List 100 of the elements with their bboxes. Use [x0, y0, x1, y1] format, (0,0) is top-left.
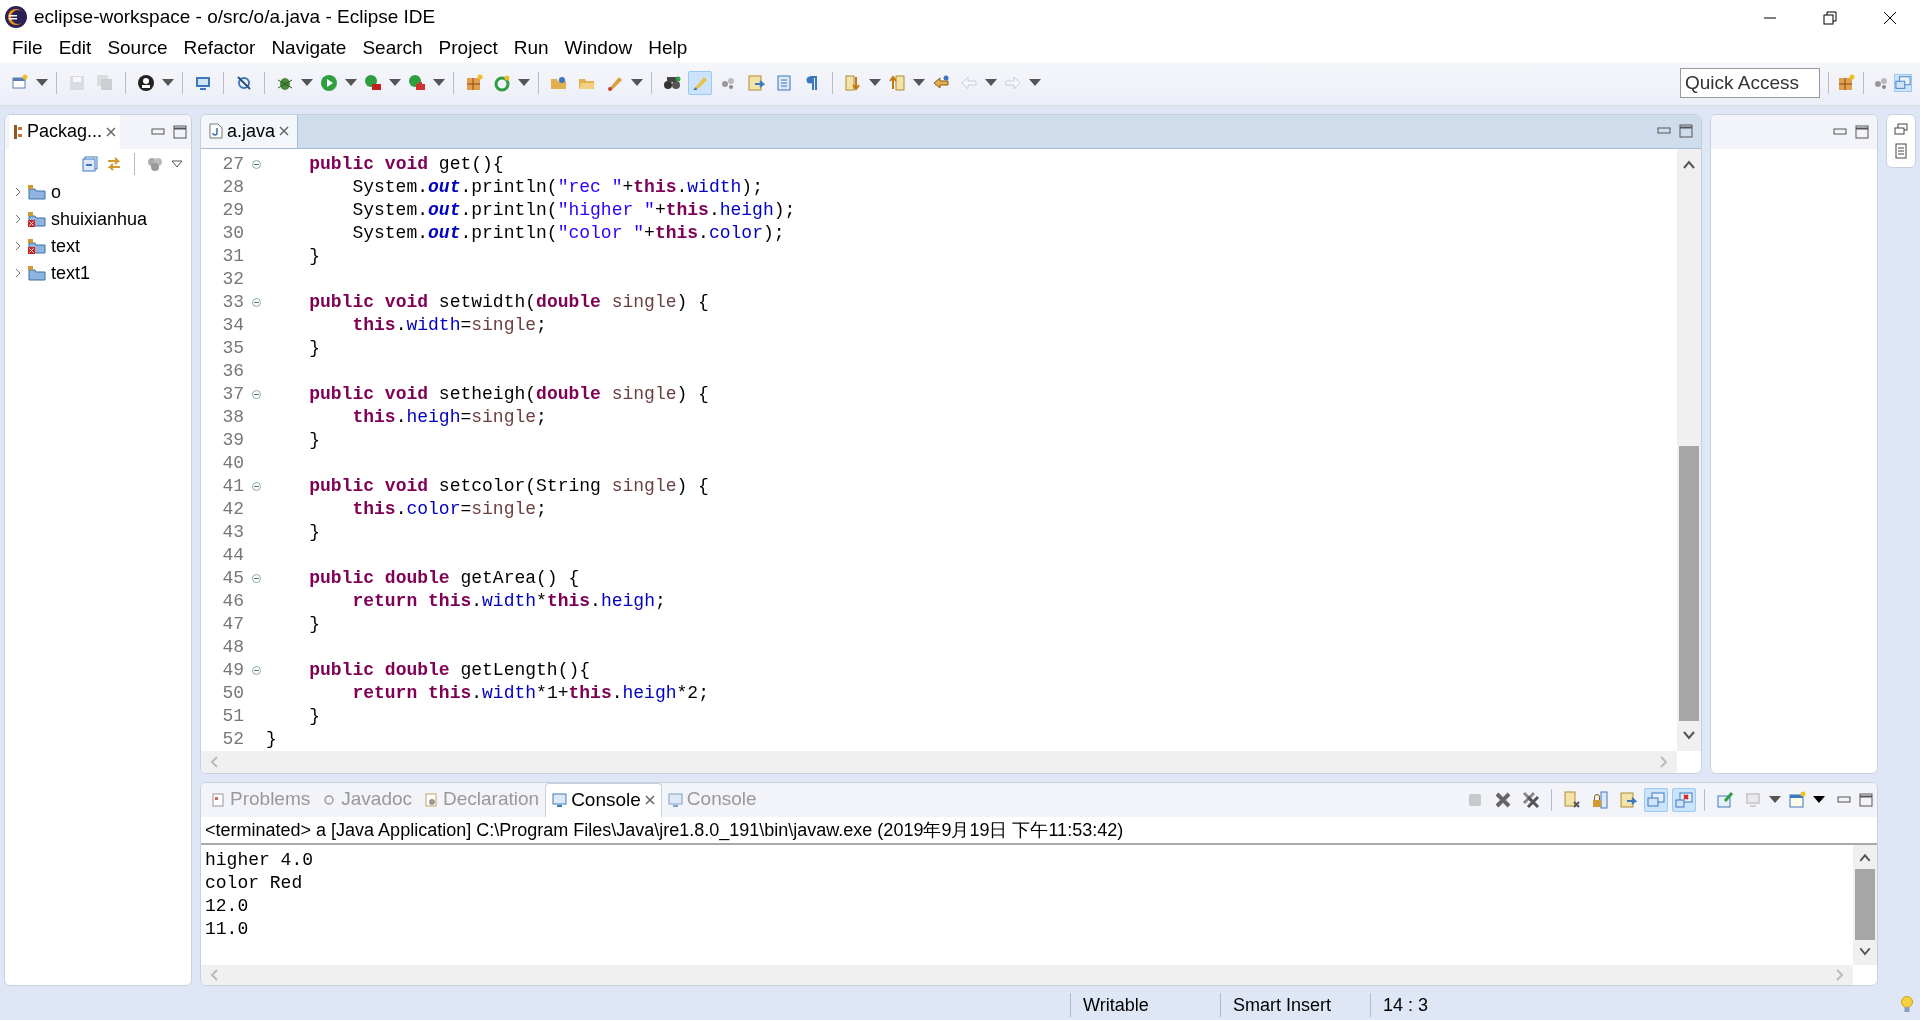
view-tab[interactable]: Console [545, 782, 662, 817]
dropdown-arrow-icon[interactable] [162, 79, 174, 88]
close-icon [1883, 10, 1897, 25]
java-perspective-icon[interactable] [1894, 74, 1912, 93]
collapse-icon[interactable] [251, 665, 261, 675]
line-number: 28 [221, 175, 245, 199]
show-error-button[interactable] [1672, 787, 1696, 812]
minimize-icon[interactable] [151, 127, 165, 136]
code-line: public void setheigh(double single) { [308, 382, 709, 406]
menu-item[interactable]: Project [430, 34, 506, 62]
view-menu-icon[interactable] [171, 159, 183, 168]
dropdown-arrow-icon[interactable] [345, 79, 357, 88]
maximize-icon[interactable] [173, 124, 187, 139]
editor-tab[interactable]: a.java [201, 114, 299, 149]
project-name[interactable]: o [51, 178, 61, 206]
dropdown-arrow-icon[interactable] [1029, 79, 1041, 88]
dropdown-arrow-icon[interactable] [301, 79, 313, 88]
line-number: 30 [221, 221, 245, 245]
line-number: 34 [221, 313, 245, 337]
dropdown-arrow-icon[interactable] [1769, 795, 1781, 804]
dropdown-arrow-icon[interactable] [913, 79, 925, 88]
pin-icon [1716, 790, 1734, 809]
restore-icon [1823, 10, 1837, 25]
code-line: public double getArea() { [308, 566, 580, 590]
menu-item[interactable]: Window [556, 34, 641, 62]
collapse-icon[interactable] [251, 481, 261, 491]
package-icon [13, 123, 23, 140]
dropdown-arrow-icon[interactable] [985, 79, 997, 88]
code-line: this.heigh=single; [351, 405, 547, 429]
collapse-icon[interactable] [251, 389, 261, 399]
project-name[interactable]: shuixianhua [51, 205, 148, 233]
scrollbar[interactable] [1853, 844, 1877, 965]
maximize-icon[interactable] [1679, 124, 1693, 139]
remove-all-icon [1522, 790, 1540, 809]
outline-icon[interactable] [1894, 142, 1908, 159]
project-name[interactable]: text1 [51, 259, 91, 287]
tab-label: a.java [227, 119, 276, 143]
status-text: Writable [1070, 993, 1220, 1018]
open-perspective-icon[interactable] [1837, 74, 1855, 93]
minimize-icon[interactable] [1657, 127, 1671, 136]
dropdown-arrow-icon[interactable] [631, 79, 643, 88]
minimize-icon[interactable] [1837, 795, 1851, 804]
status-text: Smart Insert [1220, 993, 1370, 1018]
collapse-icon[interactable] [251, 573, 261, 583]
close-icon[interactable] [644, 795, 655, 806]
menu-item[interactable]: Run [505, 34, 557, 62]
code-line: System.out.println("color "+this.color); [351, 221, 785, 245]
filter-icon[interactable] [147, 155, 163, 172]
line-number: 36 [221, 359, 245, 383]
collapse-icon[interactable] [251, 159, 261, 169]
code-line: } [308, 244, 320, 268]
line-number: 45 [221, 566, 245, 590]
show-output-icon [1647, 790, 1665, 809]
menu-item[interactable]: Source [99, 34, 176, 62]
menu-item[interactable]: Refactor [175, 34, 264, 62]
line-number: 33 [221, 290, 245, 314]
minimize-icon[interactable] [1833, 127, 1847, 136]
maximize-icon[interactable] [1855, 124, 1869, 139]
maximize-icon[interactable] [1859, 792, 1873, 807]
menu-item[interactable]: File [4, 34, 51, 62]
line-number: 44 [221, 543, 245, 567]
code-line: public void setcolor(String single) { [308, 474, 709, 498]
close-icon[interactable] [279, 126, 290, 137]
line-number: 40 [221, 451, 245, 475]
restore-icon[interactable] [1894, 122, 1908, 135]
menu-item[interactable]: Navigate [263, 34, 355, 62]
menu-item[interactable]: Search [354, 34, 431, 62]
play-case-icon [364, 74, 382, 93]
console-icon [552, 792, 568, 809]
refresh-icon [493, 74, 511, 93]
monitor-icon [194, 74, 212, 93]
person-icon [137, 74, 155, 93]
project-name[interactable]: text [51, 232, 80, 260]
link-icon[interactable] [106, 155, 122, 172]
console-output-line: higher 4.0 [205, 848, 315, 872]
dropdown-arrow-icon[interactable] [869, 79, 881, 88]
dropdown-arrow-icon[interactable] [389, 79, 401, 88]
dropdown-arrow-icon[interactable] [1813, 795, 1825, 804]
menu-item[interactable]: Help [640, 34, 696, 62]
save-icon [68, 74, 86, 93]
scrollbar[interactable] [1677, 148, 1701, 751]
scroll-lock-icon [1591, 790, 1609, 809]
quick-access-field[interactable]: Quick Access [1680, 68, 1820, 99]
view-tab[interactable]: Packag... [9, 114, 121, 149]
dropdown-arrow-icon[interactable] [36, 79, 48, 88]
code-line: } [308, 612, 320, 636]
code-line: this.color=single; [351, 497, 547, 521]
line-number: 50 [221, 681, 245, 705]
down-arrow-icon [844, 74, 862, 93]
dropdown-arrow-icon[interactable] [433, 79, 445, 88]
collapse-icon[interactable] [251, 297, 261, 307]
dropdown-arrow-icon[interactable] [518, 79, 530, 88]
highlighter-icon [691, 74, 709, 93]
menu-item[interactable]: Edit [50, 34, 100, 62]
console-output-line: 12.0 [205, 894, 250, 918]
collapse-all-icon[interactable] [82, 155, 98, 172]
close-icon[interactable] [106, 126, 117, 137]
line-number: 49 [221, 658, 245, 682]
line-number: 37 [221, 382, 245, 406]
app-logo-icon [4, 5, 28, 29]
